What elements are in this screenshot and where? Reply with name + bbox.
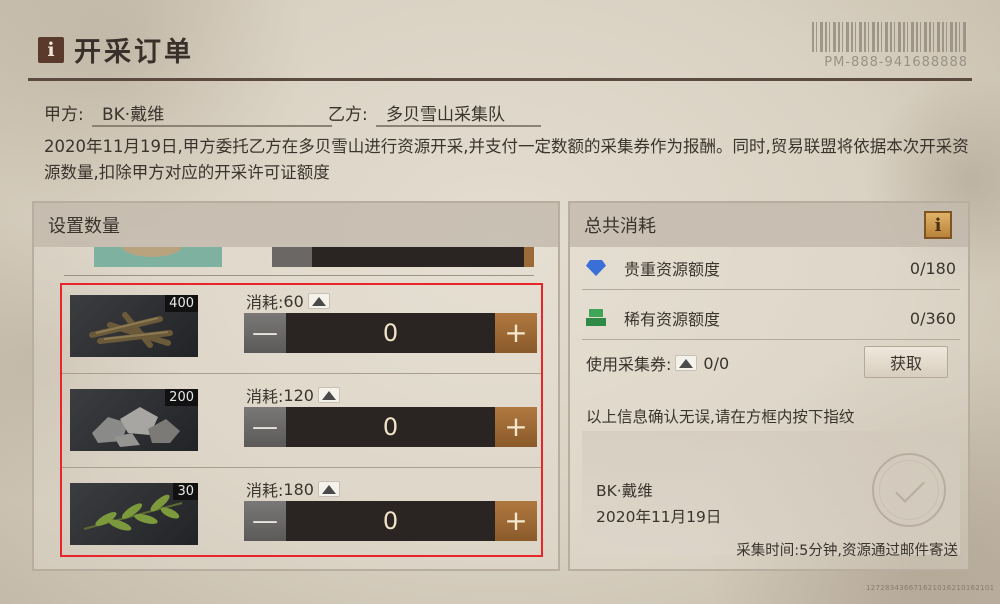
party-a: 甲方: BK·戴维: [44, 100, 332, 127]
ticket-value: 0/0: [703, 353, 730, 373]
partial-resource-row: [64, 247, 534, 273]
diamond-icon: [586, 260, 606, 276]
resource-row-wood: 400 消耗: 60 — 0 +: [66, 285, 539, 375]
quantity-value[interactable]: 0: [286, 407, 495, 447]
barcode: [812, 22, 967, 52]
get-button[interactable]: 获取: [864, 346, 948, 378]
ticket-icon: [675, 355, 698, 371]
cost-prefix: 消耗:: [246, 387, 284, 406]
precious-label: 贵重资源额度: [624, 260, 721, 279]
cost-value: 180: [283, 479, 314, 499]
quantity-panel: 设置数量 400 消耗: 60 — 0 + 200 消耗: 120 — 0 + …: [32, 201, 560, 571]
quantity-value[interactable]: 0: [286, 313, 495, 353]
resource-count: 30: [173, 483, 198, 500]
party-b-value: 多贝雪山采集队: [386, 105, 505, 125]
check-icon: [895, 473, 925, 503]
row-divider: [62, 467, 541, 468]
precious-resource-row: 贵重资源额度 0/180: [586, 253, 956, 283]
resource-count: 200: [165, 389, 198, 406]
row-divider: [64, 275, 534, 276]
row-divider: [62, 373, 541, 374]
order-header: i 开采订单: [38, 30, 194, 69]
confirm-instruction: 以上信息确认无误,请在方框内按下指纹: [586, 408, 855, 426]
stat-divider: [582, 339, 960, 340]
cost-value: 60: [283, 291, 304, 311]
stacked-bars-icon: [586, 309, 606, 327]
cost-prefix: 消耗:: [246, 293, 284, 312]
minus-button[interactable]: —: [244, 313, 286, 353]
rare-value: 0/360: [909, 308, 956, 328]
wood-resource-image: 400: [70, 295, 198, 357]
resource-list-highlight[interactable]: 400 消耗: 60 — 0 + 200 消耗: 120 — 0 + 30 消耗…: [60, 283, 543, 557]
ticket-usage: 使用采集券: 0/0: [586, 351, 729, 375]
resource-count: 400: [165, 295, 198, 312]
ticket-icon: [307, 293, 330, 309]
info-icon: i: [38, 36, 64, 63]
partial-stepper[interactable]: [272, 247, 534, 267]
order-paper: i 开采订单 PM-888-941688888 甲方: BK·戴维 乙方: 多贝…: [0, 0, 1000, 604]
serial-number: PM-888-941688888: [824, 55, 968, 70]
cost-prefix: 消耗:: [246, 481, 284, 500]
total-panel-title: 总共消耗: [584, 216, 656, 237]
signature-name: BK·戴维: [596, 482, 653, 500]
total-panel-header: 总共消耗 i: [570, 203, 968, 247]
plus-button[interactable]: +: [495, 313, 537, 353]
fingerprint-stamp-icon[interactable]: [872, 453, 946, 527]
party-a-underline: [92, 125, 332, 127]
collection-time: 采集时间:5分钟,资源通过邮件寄送: [736, 543, 958, 559]
precious-value: 0/180: [909, 258, 956, 278]
resource-row-herb: 30 消耗: 180 — 0 +: [66, 473, 539, 563]
footer-serial: 127283436671621016210162101: [866, 584, 995, 592]
page-title: 开采订单: [74, 37, 194, 68]
stat-divider: [582, 289, 960, 290]
partial-minus-button[interactable]: [272, 247, 312, 267]
info-icon[interactable]: i: [924, 211, 952, 239]
fingerprint-area[interactable]: BK·戴维 2020年11月19日: [582, 431, 960, 555]
ticket-icon: [317, 481, 340, 497]
total-panel: 总共消耗 i 贵重资源额度 0/180 稀有资源额度 0/360 使用采集券: …: [568, 201, 970, 571]
ticket-icon: [317, 387, 340, 403]
cost-value: 120: [283, 385, 314, 405]
quantity-stepper[interactable]: — 0 +: [244, 407, 537, 447]
quantity-value[interactable]: 0: [286, 501, 495, 541]
quantity-stepper[interactable]: — 0 +: [244, 313, 537, 353]
party-b-label: 乙方:: [328, 105, 368, 125]
stone-resource-image: 200: [70, 389, 198, 451]
partial-resource-thumb: [94, 247, 222, 267]
cost-label: 消耗: 120: [246, 383, 340, 407]
rare-label: 稀有资源额度: [624, 310, 721, 329]
cost-label: 消耗: 60: [246, 289, 330, 313]
plus-button[interactable]: +: [495, 407, 537, 447]
party-b-underline: [376, 125, 541, 127]
minus-button[interactable]: —: [244, 501, 286, 541]
resource-row-stone: 200 消耗: 120 — 0 +: [66, 379, 539, 469]
quantity-stepper[interactable]: — 0 +: [244, 501, 537, 541]
cost-label: 消耗: 180: [246, 477, 340, 501]
party-a-label: 甲方:: [44, 105, 84, 125]
party-a-value: BK·戴维: [102, 105, 165, 125]
partial-plus-button[interactable]: [524, 247, 534, 267]
rare-resource-row: 稀有资源额度 0/360: [586, 303, 956, 333]
herb-resource-image: 30: [70, 483, 198, 545]
title-divider: [28, 78, 972, 81]
plus-button[interactable]: +: [495, 501, 537, 541]
signature-date: 2020年11月19日: [596, 508, 722, 526]
quantity-panel-title: 设置数量: [34, 203, 558, 247]
ticket-label: 使用采集券:: [586, 355, 672, 374]
party-b: 乙方: 多贝雪山采集队: [328, 100, 578, 127]
order-description: 2020年11月19日,甲方委托乙方在多贝雪山进行资源开采,并支付一定数额的采集…: [44, 137, 969, 182]
minus-button[interactable]: —: [244, 407, 286, 447]
